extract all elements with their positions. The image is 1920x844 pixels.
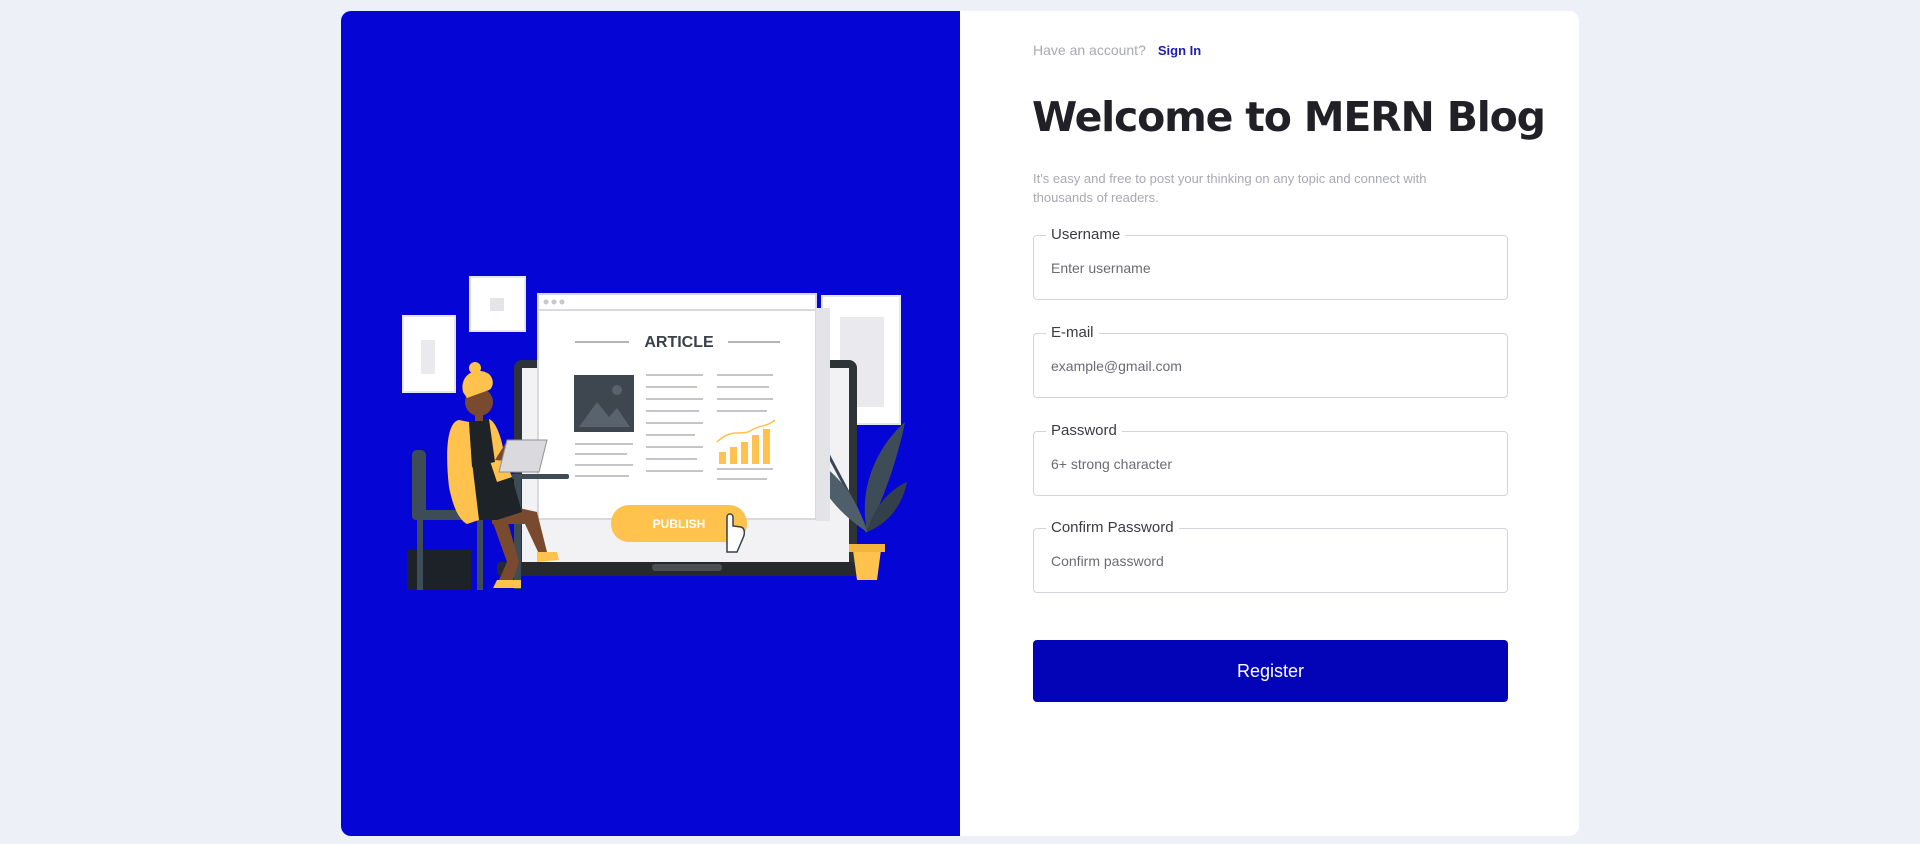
account-prompt: Have an account? [1033, 42, 1146, 58]
register-card: ARTICLE PUBLISH Have an account? Sign In… [341, 11, 1579, 836]
article-text: ARTICLE [644, 334, 714, 351]
email-field: E-mail [1033, 324, 1508, 398]
confirm-password-field: Confirm Password [1033, 519, 1508, 593]
blog-illustration: ARTICLE PUBLISH [402, 276, 907, 590]
email-input[interactable] [1051, 334, 1491, 397]
username-field: Username [1033, 226, 1508, 300]
confirm-password-input[interactable] [1051, 529, 1491, 592]
publish-text: PUBLISH [653, 517, 706, 531]
account-row: Have an account? Sign In [1033, 42, 1201, 58]
illustration-panel: ARTICLE PUBLISH [341, 11, 960, 836]
page-subtitle: It's easy and free to post your thinking… [1033, 171, 1427, 205]
password-input[interactable] [1051, 432, 1491, 495]
password-field: Password [1033, 422, 1508, 496]
register-button[interactable]: Register [1033, 640, 1508, 702]
page-title: Welcome to MERN Blog [1032, 93, 1546, 141]
sign-in-link[interactable]: Sign In [1158, 43, 1201, 58]
username-input[interactable] [1051, 236, 1491, 299]
register-form-panel: Have an account? Sign In Welcome to MERN… [960, 11, 1579, 836]
